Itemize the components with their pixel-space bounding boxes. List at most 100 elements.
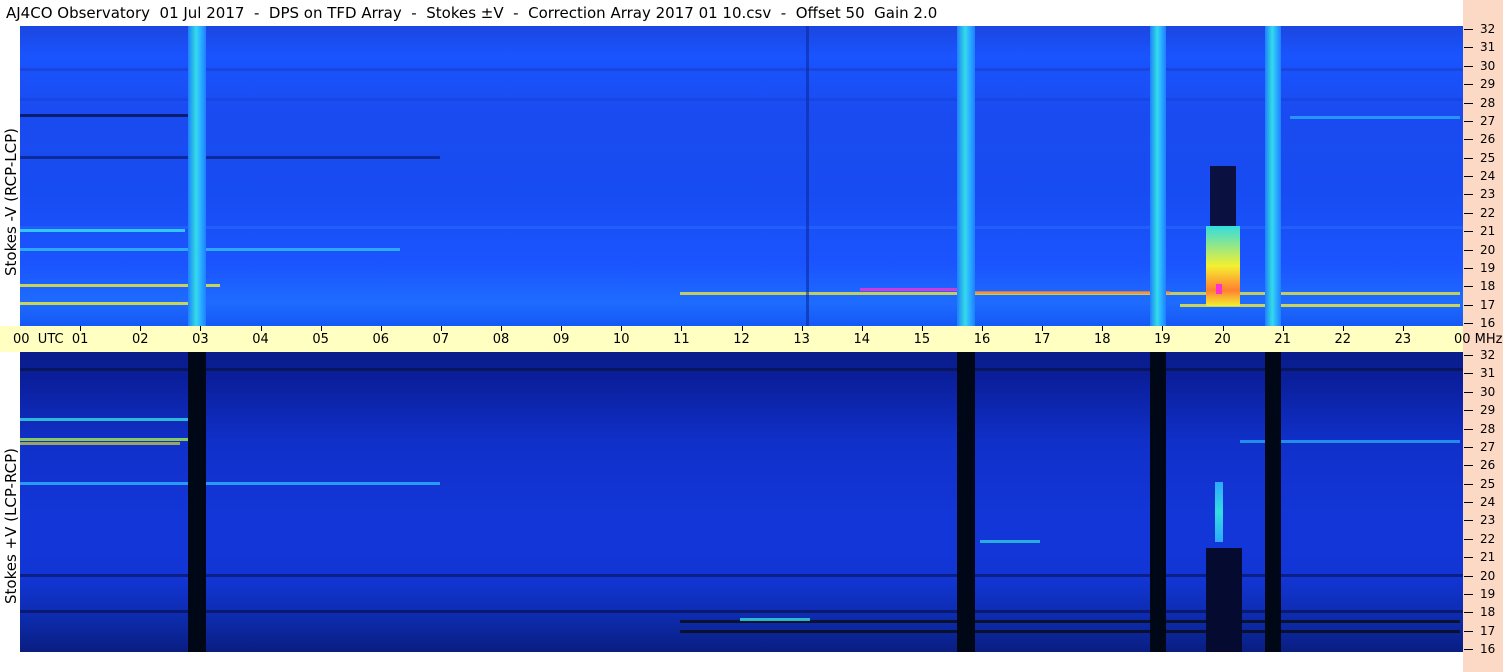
stripe [20,68,1463,71]
time-axis-hour-label: 05 [312,332,329,347]
time-axis-tick [140,326,142,331]
time-axis-hour-label: 16 [973,332,991,347]
top-frequency-tick [1464,139,1473,141]
top-frequency-tick [1464,212,1473,214]
top-frequency-label: 29 [1480,77,1496,92]
time-axis-tick [1342,326,1344,331]
bottom-frequency-label: 21 [1480,550,1496,565]
time-axis-tick [621,326,623,331]
burst-region [1216,284,1222,294]
bottom-frequency-tick [1464,465,1473,467]
time-axis-hour-label: 15 [913,332,931,347]
calibration-band [1150,26,1166,326]
time-axis-hour-label: 22 [1334,332,1352,347]
stripe [20,302,190,305]
stripe [1290,116,1460,119]
time-axis-hour-label: 01 [71,332,89,347]
stripe [20,418,190,421]
time-axis-hour-label: 20 [1214,332,1231,347]
bottom-frequency-label: 31 [1480,366,1496,381]
time-axis-tick [501,326,502,331]
stripe [20,368,1463,371]
time-axis-hour-label: 17 [1033,332,1051,347]
time-axis-tick [260,326,262,331]
top-frequency-label: 18 [1480,279,1496,294]
top-frequency-tick [1464,157,1473,159]
bottom-frequency-tick [1464,649,1473,650]
top-frequency-tick [1464,267,1473,269]
time-axis-hour-label: 18 [1093,332,1111,347]
time-axis-tick [982,326,983,331]
top-frequency-label: 19 [1480,260,1496,275]
bottom-frequency-tick [1464,575,1473,577]
stripe [20,574,1463,577]
top-panel-label: Stokes -V (RCP-LCP) [2,128,20,276]
time-axis-hour-label: 02 [131,332,149,347]
calibration-band [957,352,975,652]
bottom-frequency-label: 17 [1480,623,1496,638]
time-axis-hour-label: 19 [1154,332,1171,347]
time-axis-hour-label: 21 [1274,332,1291,347]
top-frequency-tick [1464,286,1473,288]
top-frequency-label: 22 [1480,205,1496,220]
top-frequency-tick [1464,176,1473,177]
time-axis-start-label: 00 UTC [13,332,64,347]
top-frequency-label: 31 [1480,40,1496,55]
time-axis-hour-label: 14 [853,332,871,347]
frequency-axis-top: 32 31 30 29 28 27 26 25 24 23 22 21 20 19 18 17 16 [1463,22,1503,330]
top-frequency-label: 25 [1480,150,1496,165]
time-axis-tick [1222,326,1224,331]
spectrogram-top-panel [20,26,1463,326]
time-axis-tick [561,326,563,331]
stripe [980,540,1040,543]
top-frequency-label: 26 [1480,132,1496,147]
bottom-frequency-tick [1464,446,1473,448]
stripe [20,610,1463,613]
bottom-frequency-label: 23 [1480,513,1496,528]
top-frequency-label: 27 [1480,113,1496,128]
bottom-frequency-label: 20 [1480,568,1496,583]
top-frequency-label: 17 [1480,297,1496,312]
bottom-frequency-label: 32 [1480,348,1496,362]
top-frequency-label: 30 [1480,58,1496,73]
bottom-frequency-label: 30 [1480,384,1496,399]
stripe [20,98,1463,101]
time-axis-tick [320,326,322,331]
top-frequency-tick [1464,231,1473,233]
calibration-band [1265,26,1281,326]
stripe [20,229,185,232]
calibration-band [188,26,206,326]
top-frequency-label: 28 [1480,95,1496,110]
stripe [680,630,1460,633]
top-frequency-tick [1464,304,1473,306]
bottom-frequency-tick [1464,355,1473,356]
stripe [970,291,1170,294]
time-axis-tick [681,326,683,331]
time-axis-hour-label: 06 [372,332,390,347]
top-frequency-label: 21 [1480,224,1496,239]
top-frequency-tick [1464,120,1473,122]
stripe [20,226,1463,229]
bottom-frequency-tick [1464,391,1473,393]
stripe [20,482,440,485]
time-axis-hour-label: 08 [492,332,510,347]
top-frequency-label: 23 [1480,187,1496,202]
bottom-frequency-label: 28 [1480,421,1496,436]
top-frequency-label: 24 [1480,169,1496,183]
top-frequency-tick [1464,84,1473,86]
time-axis-tick [801,326,803,331]
time-axis-tick [380,326,382,331]
bottom-frequency-tick [1464,612,1473,614]
bottom-frequency-label: 26 [1480,458,1496,473]
bottom-frequency-tick [1464,520,1473,522]
burst-region [1206,548,1242,652]
bottom-frequency-tick [1464,593,1473,595]
bottom-frequency-label: 24 [1480,495,1496,509]
top-frequency-tick [1464,249,1473,251]
stripe [20,248,400,251]
stripe [20,442,180,445]
time-axis-tick [200,326,202,331]
time-axis-hour-label: 07 [432,332,450,347]
top-frequency-label: 20 [1480,242,1496,257]
time-axis-tick [80,326,82,331]
